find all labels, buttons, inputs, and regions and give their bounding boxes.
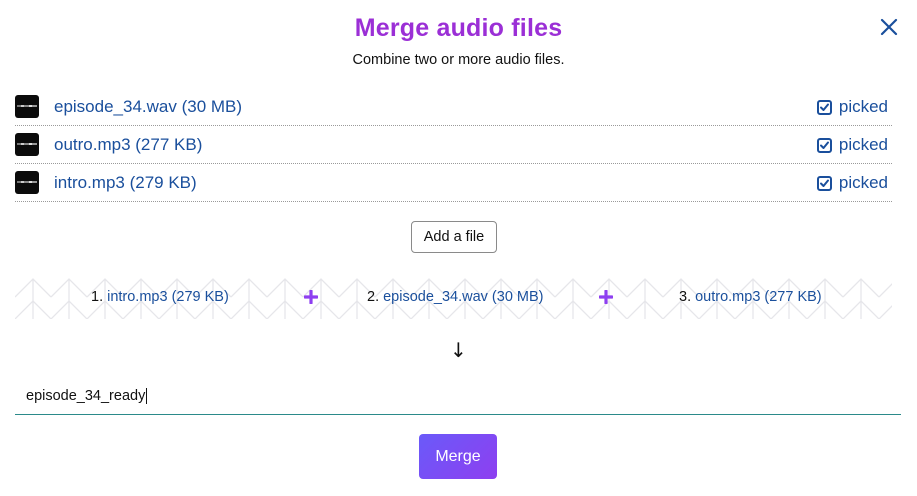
merge-order-strip: 1. intro.mp3 (279 KB) 2. episode_34.wav … (15, 275, 892, 319)
down-arrow-icon: ↓ (450, 338, 467, 362)
dialog-title: Merge audio files (354, 14, 563, 42)
merge-order-item[interactable]: 2. episode_34.wav (30 MB) (367, 275, 544, 319)
close-icon[interactable] (878, 16, 900, 38)
output-filename-value: episode_34_ready (26, 387, 146, 404)
picked-label: picked (838, 97, 888, 116)
picked-label: picked (838, 135, 888, 154)
plus-icon (304, 290, 318, 304)
merge-order-item[interactable]: 1. intro.mp3 (279 KB) (91, 275, 229, 319)
merge-button[interactable]: Merge (419, 434, 497, 479)
checkbox-checked-icon[interactable] (816, 175, 832, 191)
file-row: episode_34.wav (30 MB) picked (15, 88, 892, 126)
picked-toggle[interactable]: picked (816, 88, 888, 126)
checkbox-checked-icon[interactable] (816, 137, 832, 153)
file-list: episode_34.wav (30 MB) picked outro.mp3 … (15, 88, 892, 202)
file-name[interactable]: episode_34.wav (30 MB) (54, 97, 242, 117)
order-file-name[interactable]: intro.mp3 (279 KB) (107, 289, 229, 305)
waveform-thumbnail (15, 171, 39, 194)
merge-order-item[interactable]: 3. outro.mp3 (277 KB) (679, 275, 822, 319)
picked-toggle[interactable]: picked (816, 164, 888, 202)
checkbox-checked-icon[interactable] (816, 99, 832, 115)
output-filename-input[interactable]: episode_34_ready (15, 377, 901, 415)
order-file-name[interactable]: outro.mp3 (277 KB) (695, 289, 822, 305)
file-row: outro.mp3 (277 KB) picked (15, 126, 892, 164)
waveform-thumbnail (15, 133, 39, 156)
order-index: 3. (679, 289, 692, 305)
add-file-button[interactable]: Add a file (411, 221, 497, 253)
order-index: 1. (91, 289, 104, 305)
waveform-thumbnail (15, 95, 39, 118)
file-name[interactable]: outro.mp3 (277 KB) (54, 135, 202, 155)
picked-label: picked (838, 173, 888, 192)
picked-toggle[interactable]: picked (816, 126, 888, 164)
order-index: 2. (367, 289, 380, 305)
plus-icon (599, 290, 613, 304)
file-row: intro.mp3 (279 KB) picked (15, 164, 892, 202)
text-caret (146, 387, 148, 404)
file-name[interactable]: intro.mp3 (279 KB) (54, 173, 197, 193)
dialog-subtitle: Combine two or more audio files. (352, 52, 565, 68)
order-file-name[interactable]: episode_34.wav (30 MB) (383, 289, 543, 305)
